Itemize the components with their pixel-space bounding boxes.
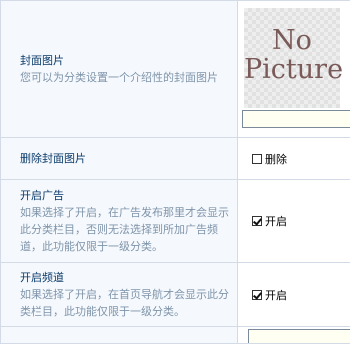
enable-channel-description: 如果选择了开启，在首页导航才会显示此分类栏目，此功能仅限于一级分类。 bbox=[20, 286, 231, 320]
enable-ads-label-cell: 开启广告 如果选择了开启，在广告发布那里才会显示此分类栏目，否则无法选择到所加广… bbox=[1, 180, 238, 263]
category-settings-form: 封面图片 您可以为分类设置一个介绍性的封面图片 No Picture 删除封面图… bbox=[0, 0, 350, 344]
enable-ads-option[interactable]: 开启 bbox=[238, 213, 350, 229]
enable-channel-title: 开启频道 bbox=[20, 270, 231, 286]
cover-image-value-cell: No Picture bbox=[238, 1, 350, 138]
next-row-partial bbox=[1, 327, 350, 344]
enable-ads-value-cell: 开启 bbox=[238, 180, 350, 263]
delete-cover-title: 删除封面图片 bbox=[20, 151, 231, 167]
no-picture-text-line1: No bbox=[244, 27, 340, 55]
enable-channel-value-cell: 开启 bbox=[238, 263, 350, 327]
enable-channel-label-cell: 开启频道 如果选择了开启，在首页导航才会显示此分类栏目，此功能仅限于一级分类。 bbox=[1, 263, 238, 327]
cover-image-path-input[interactable] bbox=[242, 110, 350, 128]
delete-cover-value-cell: 删除 bbox=[238, 138, 350, 180]
enable-channel-option[interactable]: 开启 bbox=[238, 287, 350, 303]
cover-image-description: 您可以为分类设置一个介绍性的封面图片 bbox=[20, 69, 231, 86]
enable-channel-checkbox[interactable] bbox=[252, 290, 262, 300]
enable-ads-description: 如果选择了开启，在广告发布那里才会显示此分类栏目，否则无法选择到所加广告频道，此… bbox=[20, 204, 231, 255]
next-row-label-cell bbox=[1, 327, 238, 344]
enable-channel-checkbox-label[interactable]: 开启 bbox=[265, 287, 287, 303]
enable-ads-row: 开启广告 如果选择了开启，在广告发布那里才会显示此分类栏目，否则无法选择到所加广… bbox=[1, 180, 350, 263]
cover-image-preview: No Picture bbox=[244, 8, 340, 108]
delete-cover-label-cell: 删除封面图片 bbox=[1, 138, 238, 180]
cover-image-title: 封面图片 bbox=[20, 53, 231, 69]
delete-cover-row: 删除封面图片 删除 bbox=[1, 138, 350, 180]
cover-image-row: 封面图片 您可以为分类设置一个介绍性的封面图片 No Picture bbox=[1, 1, 350, 138]
enable-ads-checkbox[interactable] bbox=[252, 216, 262, 226]
enable-ads-checkbox-label[interactable]: 开启 bbox=[265, 213, 287, 229]
delete-cover-checkbox-label[interactable]: 删除 bbox=[265, 151, 287, 167]
next-row-input[interactable] bbox=[248, 329, 350, 343]
delete-cover-option[interactable]: 删除 bbox=[238, 151, 350, 167]
next-row-value-cell bbox=[238, 327, 350, 344]
enable-ads-title: 开启广告 bbox=[20, 188, 231, 204]
no-picture-text-line2: Picture bbox=[244, 56, 340, 84]
delete-cover-checkbox[interactable] bbox=[252, 154, 262, 164]
cover-image-label-cell: 封面图片 您可以为分类设置一个介绍性的封面图片 bbox=[1, 1, 238, 138]
enable-channel-row: 开启频道 如果选择了开启，在首页导航才会显示此分类栏目，此功能仅限于一级分类。 … bbox=[1, 263, 350, 327]
